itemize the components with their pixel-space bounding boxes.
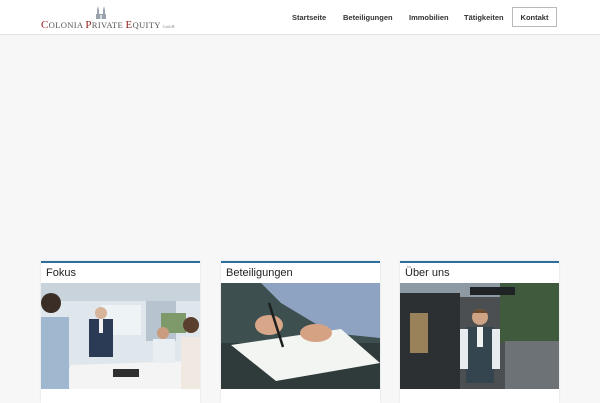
logo-gmbh: GmbH [162,24,175,29]
company-logo[interactable]: COLONIA PRIVATE EQUITY GmbH [41,5,175,33]
card-title: Beteiligungen [226,267,293,279]
logo-word-quity: QUITY [132,20,161,30]
card-beteiligungen[interactable]: Beteiligungen [221,261,380,403]
card-title: Über uns [405,267,450,279]
business-meeting-photo[interactable] [41,283,200,389]
logo-letter-e: E [125,19,133,31]
logo-word-olonia: OLONIA [48,20,83,30]
logo-word-rivate: RIVATE [91,20,124,30]
logo-wordmark: COLONIA PRIVATE EQUITY GmbH [41,19,175,31]
card-title: Fokus [46,267,76,279]
nav-beteiligungen[interactable]: Beteiligungen [343,13,393,22]
nav-startseite[interactable]: Startseite [292,13,326,22]
nav-taetigkeiten[interactable]: Tätigkeiten [464,13,504,22]
nav-immobilien[interactable]: Immobilien [409,13,449,22]
card-ueber-uns[interactable]: Über uns [400,261,559,403]
signing-contract-photo[interactable] [221,283,380,389]
site-header: COLONIA PRIVATE EQUITY GmbH Startseite Be… [0,0,600,35]
card-fokus[interactable]: Fokus [41,261,200,403]
cathedral-icon [96,6,106,19]
logo-letter-c: C [41,19,49,31]
nav-kontakt-button[interactable]: Kontakt [512,7,557,27]
businessman-street-photo[interactable] [400,283,559,389]
